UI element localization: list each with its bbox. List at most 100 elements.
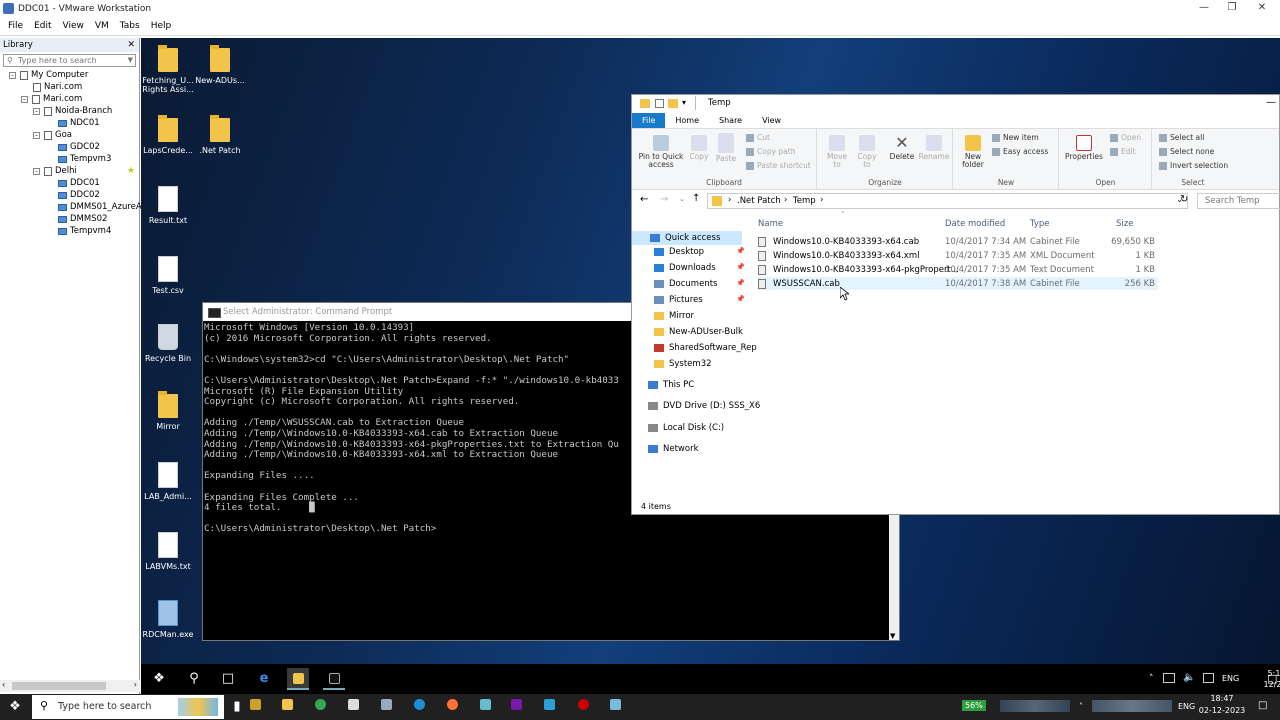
desktop-icon-fetching[interactable]: Fetching_U... Rights Assi... (141, 45, 195, 94)
nav-item[interactable]: System32 (654, 359, 712, 369)
tree-node[interactable]: DMMS01_AzureAD (58, 202, 148, 212)
nav-item[interactable]: Local Disk (C:) (648, 423, 724, 433)
explorer-titlebar[interactable]: ▾ Temp — (632, 95, 1279, 113)
paste-shortcut-button[interactable]: Paste shortcut (746, 161, 811, 170)
breadcrumb-net-patch[interactable]: .Net Patch (737, 196, 781, 206)
breadcrumb-temp[interactable]: Temp (793, 196, 816, 206)
maximize-button[interactable]: ❐ (1218, 0, 1246, 17)
open-button[interactable]: Open (1110, 133, 1141, 142)
cut-button[interactable]: Cut (746, 133, 770, 142)
properties-button[interactable]: Properties (1064, 135, 1104, 161)
column-size[interactable]: Size (1116, 219, 1133, 229)
menu-edit[interactable]: Edit (34, 21, 51, 31)
column-date-modified[interactable]: Date modified (945, 219, 1005, 229)
tray-icons[interactable] (1000, 700, 1070, 712)
tab-file[interactable]: File (632, 113, 666, 128)
desktop-icon-recycle-bin[interactable]: Recycle Bin (141, 324, 195, 363)
collapse-icon[interactable]: – (33, 131, 40, 139)
tree-node[interactable]: – Delhi ★ (33, 166, 135, 176)
star-icon[interactable]: ★ (127, 166, 135, 176)
address-bar[interactable]: › .Net Patch › Temp › ⌄ (707, 193, 1188, 209)
search-icon[interactable]: ⚲ (183, 668, 205, 690)
nav-item[interactable]: SharedSoftware_Rep (654, 343, 757, 353)
rename-button[interactable]: Rename (918, 135, 950, 161)
network-tray-icon[interactable] (1163, 673, 1175, 683)
tree-node[interactable]: – Goa (33, 130, 72, 140)
app-icon-5[interactable] (538, 696, 560, 718)
desktop-icon-result-txt[interactable]: Result.txt (141, 186, 195, 225)
desktop-icon-lapscrede[interactable]: LapsCrede... (141, 115, 195, 155)
host-clock-date[interactable]: 02-12-2023 (1196, 706, 1248, 715)
nav-item[interactable]: DVD Drive (D:) SSS_X6 (648, 401, 760, 411)
nav-item[interactable]: New-ADUser-Bulk (654, 327, 743, 337)
column-name[interactable]: Name (758, 219, 783, 229)
vm-language[interactable]: ENG (1222, 674, 1239, 683)
chrome-icon[interactable] (309, 696, 331, 718)
nav-item[interactable]: This PC (648, 380, 694, 390)
chevron-down-icon[interactable]: ▼ (128, 55, 133, 66)
library-search-input[interactable]: ⚲ Type here to search ▼ (3, 54, 136, 67)
move-to-button[interactable]: Move to (824, 135, 850, 169)
tree-node[interactable]: Tempvm4 (58, 226, 111, 236)
tree-node[interactable]: NDC01 (58, 118, 100, 128)
notification-icon[interactable] (1203, 673, 1214, 683)
tree-node[interactable]: DDC01 (58, 178, 100, 188)
close-icon[interactable]: ✕ (127, 38, 135, 52)
table-row[interactable]: Windows10.0-KB4033393-x64.cab 10/4/2017 7… (758, 235, 1158, 248)
table-row[interactable]: Windows10.0-KB4033393-x64-pkgPropert... 1… (758, 263, 1158, 276)
tree-node[interactable]: – My Computer (9, 70, 88, 80)
file-explorer-icon[interactable] (276, 696, 298, 718)
close-button[interactable]: ✕ (1248, 0, 1276, 17)
battery-indicator[interactable]: 56% (962, 700, 986, 711)
app-icon-3[interactable] (375, 696, 397, 718)
table-row[interactable]: Windows10.0-KB4033393-x64.xml 10/4/2017 7… (758, 249, 1158, 262)
tray-up-chevron-icon[interactable]: ˄ (1149, 674, 1154, 684)
tab-view[interactable]: View (752, 113, 791, 128)
tree-node[interactable]: Tempvm3 (58, 154, 111, 164)
recent-chevron-icon[interactable]: ⌄ (679, 195, 685, 203)
copy-path-button[interactable]: Copy path (746, 147, 795, 156)
app-icon-1[interactable] (244, 696, 266, 718)
edge-icon[interactable] (408, 696, 430, 718)
select-all-button[interactable]: Select all (1159, 133, 1204, 142)
column-type[interactable]: Type (1030, 219, 1050, 229)
desktop-icon-lab-admin[interactable]: LAB_Admi... (141, 462, 195, 501)
tree-node[interactable]: GDC02 (58, 142, 100, 152)
invert-selection-button[interactable]: Invert selection (1159, 161, 1228, 170)
minimize-button[interactable]: — (1190, 0, 1218, 17)
forward-arrow-icon[interactable]: → (660, 194, 668, 205)
notification-icon[interactable]: □ (1258, 700, 1267, 711)
desktop-icon-new-adusers[interactable]: New-ADUs... (193, 45, 247, 85)
collapse-icon[interactable]: – (9, 71, 16, 79)
chevron-down-icon[interactable]: ▾ (682, 98, 686, 107)
volume-icon[interactable]: 🔈 (1183, 672, 1195, 683)
collapse-icon[interactable]: – (33, 107, 40, 115)
scroll-down-icon[interactable]: ▼ (890, 632, 895, 640)
tree-node[interactable]: Nari.com (33, 82, 82, 92)
easy-access-button[interactable]: Easy access (992, 147, 1048, 156)
app-icon-7[interactable] (604, 696, 626, 718)
action-center-icon[interactable]: □ (1267, 672, 1277, 685)
pin-quick-access-button[interactable]: Pin to Quick access (636, 135, 686, 169)
tray-icons-2[interactable] (1092, 700, 1172, 712)
firefox-icon[interactable] (441, 696, 463, 718)
cmd-taskbar-icon[interactable] (323, 668, 345, 690)
tree-node[interactable]: – Noida-Branch (33, 106, 112, 116)
tray-up-chevron-icon[interactable]: ˄ (1079, 702, 1083, 711)
menu-help[interactable]: Help (151, 21, 172, 31)
menu-file[interactable]: File (8, 21, 23, 31)
delete-button[interactable]: ✕ Delete (888, 135, 916, 161)
table-row[interactable]: WSUSSCAN.cab 10/4/2017 7:38 AM Cabinet Fil… (758, 277, 1158, 290)
new-item-button[interactable]: New item (992, 133, 1039, 142)
desktop-icon-labvms-txt[interactable]: LABVMs.txt (141, 532, 195, 571)
scroll-right-icon[interactable]: › (134, 680, 137, 689)
app-icon-2[interactable] (342, 696, 364, 718)
new-folder-qa-icon[interactable] (668, 99, 678, 108)
edit-button[interactable]: Edit (1110, 147, 1136, 156)
tab-home[interactable]: Home (665, 113, 709, 128)
nav-item[interactable]: Pictures 📌 (654, 295, 745, 305)
internet-explorer-icon[interactable]: e (253, 668, 275, 690)
tree-node[interactable]: DMMS02 (58, 214, 107, 224)
host-search-box[interactable]: ⚲ Type here to search (32, 695, 224, 719)
collapse-icon[interactable]: – (21, 95, 28, 103)
